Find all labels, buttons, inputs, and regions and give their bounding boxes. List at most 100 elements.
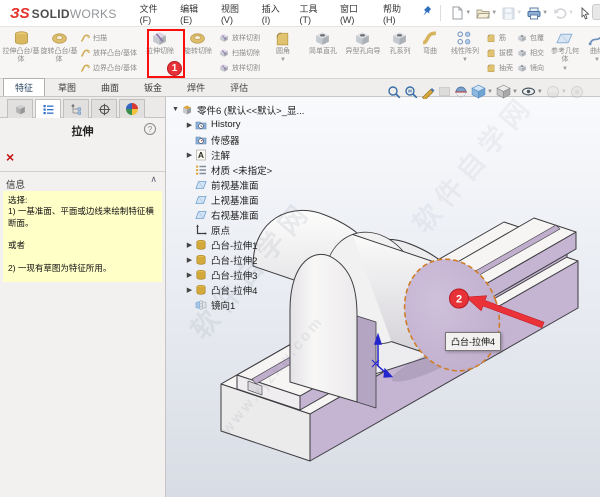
configuration-manager-tab[interactable]: [63, 99, 89, 118]
collapse-arrow-icon[interactable]: ▼: [170, 106, 181, 113]
flex-button[interactable]: 弯曲: [416, 27, 444, 78]
zoom-to-area-icon[interactable]: [404, 85, 418, 99]
curves-button[interactable]: 曲线 ▼: [582, 27, 600, 78]
help-icon[interactable]: ?: [144, 123, 156, 135]
simple-hole-button[interactable]: 简单直孔: [304, 27, 342, 78]
shell-button[interactable]: 抽壳: [486, 61, 513, 74]
dropdown-caret-icon[interactable]: ▼: [491, 10, 497, 16]
new-document-icon[interactable]: ▼: [449, 5, 473, 21]
fillet-button[interactable]: 圆角 ▼: [264, 27, 302, 78]
menu-file[interactable]: 文件(F): [133, 0, 173, 27]
revolved-boss-base-button[interactable]: 旋转凸台/基体: [40, 27, 78, 78]
tab-surfaces[interactable]: 曲面: [89, 78, 131, 96]
hide-show-items-icon[interactable]: ▼: [521, 85, 543, 98]
menu-view[interactable]: 视图(V): [214, 0, 255, 27]
dropdown-caret-icon[interactable]: ▼: [487, 89, 493, 95]
revolved-cut-button[interactable]: 旋转切除: [179, 27, 217, 78]
section-view-icon[interactable]: [454, 85, 468, 99]
expand-arrow-icon[interactable]: ▶: [184, 241, 195, 249]
intersect-button[interactable]: 相交: [517, 46, 544, 59]
lofted-cut-button[interactable]: 放样切割: [219, 31, 260, 44]
menu-insert[interactable]: 插入(I): [255, 0, 293, 27]
tab-features[interactable]: 特征: [3, 78, 45, 96]
menu-tools[interactable]: 工具(T): [293, 0, 333, 27]
extruded-boss-base-button[interactable]: 拉伸凸台/基体: [2, 27, 40, 78]
graphics-viewport[interactable]: 软件自学网 www.rjzxw.com 软件自学网 ▼ 零件6 (默认<<默认>…: [166, 97, 600, 497]
dropdown-caret-icon[interactable]: ▼: [462, 57, 468, 63]
save-icon[interactable]: ▼: [500, 6, 524, 21]
rib-button[interactable]: 筋: [486, 31, 513, 44]
boundary-boss-button[interactable]: 边界凸台/基体: [80, 61, 137, 74]
swept-boss-button[interactable]: 扫描: [80, 31, 137, 44]
tab-sketch[interactable]: 草图: [46, 78, 88, 96]
tab-evaluate[interactable]: 评估: [218, 78, 260, 96]
cancel-button[interactable]: ×: [6, 151, 14, 163]
boss-extrude-icon: [195, 239, 207, 251]
lofted-boss-button[interactable]: 放样凸台/基体: [80, 46, 137, 59]
dimxpert-tab[interactable]: [91, 99, 117, 118]
print-icon[interactable]: ▼: [525, 6, 550, 21]
wrap-button[interactable]: 包覆: [517, 31, 544, 44]
collapse-chevron-icon[interactable]: ∧: [150, 174, 157, 185]
rib-side-face[interactable]: [357, 316, 376, 408]
hole-wizard-button[interactable]: 异型孔向导: [342, 27, 384, 78]
expand-arrow-icon[interactable]: ▶: [184, 256, 195, 264]
pin-menu-icon[interactable]: [421, 4, 432, 22]
tree-item-right-plane[interactable]: 右视基准面: [184, 207, 304, 222]
dropdown-caret-icon[interactable]: ▼: [516, 10, 522, 16]
tree-root-part[interactable]: ▼ 零件6 (默认<<默认>_显...: [170, 102, 304, 117]
display-manager-tab[interactable]: [119, 99, 145, 118]
tree-item-front-plane[interactable]: 前视基准面: [184, 177, 304, 192]
display-style-icon[interactable]: ▼: [496, 84, 518, 99]
mirror-button[interactable]: 镜向: [517, 61, 544, 74]
tree-item-history[interactable]: ▶ History: [184, 117, 304, 132]
tree-item-sensors[interactable]: 传感器: [184, 132, 304, 147]
property-manager-tab[interactable]: [35, 99, 61, 118]
tree-item-boss-extrude2[interactable]: ▶ 凸台-拉伸2: [184, 252, 304, 267]
dropdown-caret-icon[interactable]: ▼: [512, 89, 518, 95]
dropdown-caret-icon[interactable]: ▼: [537, 89, 543, 95]
previous-view-icon[interactable]: [438, 85, 451, 98]
tree-item-top-plane[interactable]: 上视基准面: [184, 192, 304, 207]
tree-item-mirror1[interactable]: 镜向1: [184, 297, 304, 312]
tree-item-origin[interactable]: 原点: [184, 222, 304, 237]
measure-icon[interactable]: [421, 85, 435, 99]
expand-arrow-icon[interactable]: ▶: [184, 121, 195, 129]
dropdown-caret-icon[interactable]: ▼: [542, 10, 548, 16]
linear-pattern-button[interactable]: 线性阵列 ▼: [446, 27, 484, 78]
toolbar-overflow[interactable]: [592, 4, 600, 20]
zoom-to-fit-icon[interactable]: [387, 85, 401, 99]
tree-item-boss-extrude3[interactable]: ▶ 凸台-拉伸3: [184, 267, 304, 282]
dropdown-caret-icon[interactable]: ▼: [280, 57, 286, 63]
reference-geometry-button[interactable]: 参考几何体 ▼: [548, 27, 582, 78]
tree-item-annotations[interactable]: ▶ A 注解: [184, 147, 304, 162]
menu-window[interactable]: 窗口(W): [333, 0, 376, 27]
plane-icon: [195, 194, 207, 206]
message-group-header[interactable]: 信息 ∧: [0, 172, 165, 189]
undo-icon[interactable]: ▼: [551, 6, 576, 21]
boundary-cut-button[interactable]: 放样切割: [219, 61, 260, 74]
expand-arrow-icon[interactable]: ▶: [184, 151, 195, 159]
dropdown-caret-icon[interactable]: ▼: [568, 10, 574, 16]
tab-sheet-metal[interactable]: 钣金: [132, 78, 174, 96]
open-icon[interactable]: ▼: [474, 6, 499, 21]
tab-weldments[interactable]: 焊件: [175, 78, 217, 96]
dropdown-caret-icon[interactable]: ▼: [562, 66, 568, 72]
tree-item-boss-extrude1[interactable]: ▶ 凸台-拉伸1: [184, 237, 304, 252]
hole-series-button[interactable]: 孔系列: [384, 27, 416, 78]
expand-arrow-icon[interactable]: ▶: [184, 271, 195, 279]
menu-help[interactable]: 帮助(H): [376, 0, 417, 27]
menu-edit[interactable]: 编辑(E): [173, 0, 214, 27]
tree-item-boss-extrude4[interactable]: ▶ 凸台-拉伸4: [184, 282, 304, 297]
dropdown-caret-icon[interactable]: ▼: [561, 89, 567, 95]
edit-appearance-icon[interactable]: ▼: [546, 85, 567, 99]
tree-item-material[interactable]: 材质 <未指定>: [184, 162, 304, 177]
apply-scene-icon[interactable]: [570, 85, 584, 99]
view-orientation-icon[interactable]: ▼: [471, 84, 493, 99]
draft-button[interactable]: 拔模: [486, 46, 513, 59]
dropdown-caret-icon[interactable]: ▼: [594, 57, 600, 63]
feature-manager-tab[interactable]: [7, 99, 33, 118]
dropdown-caret-icon[interactable]: ▼: [465, 10, 471, 16]
swept-cut-button[interactable]: 扫描切除: [219, 46, 260, 59]
expand-arrow-icon[interactable]: ▶: [184, 286, 195, 294]
